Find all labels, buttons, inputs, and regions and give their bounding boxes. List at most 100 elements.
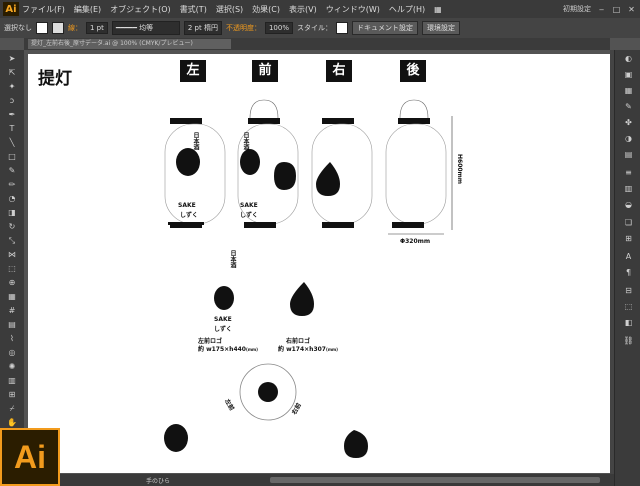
app-logo-icon: Ai [3,2,19,16]
direct-selection-tool-icon[interactable]: ⇱ [6,68,18,78]
width-tool-icon[interactable]: ⋈ [6,250,18,260]
artboards-panel-icon[interactable]: ⊞ [623,234,634,244]
layers-panel-icon[interactable]: ❏ [623,218,634,228]
scale-tool-icon[interactable]: ⤡ [6,236,18,246]
width-dimension: Φ320mm [400,238,431,245]
gradient-tool-icon[interactable]: ▤ [6,320,18,330]
selection-status: 選択なし [4,24,32,32]
graphic-styles-icon[interactable]: ▤ [623,150,634,160]
gradient-panel-icon[interactable]: ▥ [623,184,634,194]
color-panel-icon[interactable]: ◐ [623,54,634,64]
mesh-tool-icon[interactable]: # [6,306,18,316]
lasso-tool-icon[interactable]: ↄ [6,96,18,106]
stroke-weight-select[interactable]: 1 pt [86,22,108,34]
horizontal-scrollbar[interactable] [270,477,600,483]
graph-tool-icon[interactable]: ▥ [6,376,18,386]
workspace-switcher[interactable]: 初期設定 [563,4,591,14]
fill-swatch[interactable] [36,22,48,34]
transparency-panel-icon[interactable]: ◒ [623,200,634,210]
selection-tool-icon[interactable]: ➤ [6,54,18,64]
development-right-mark [344,430,368,458]
paragraph-panel-icon[interactable]: ¶ [623,268,634,278]
color-guide-icon[interactable]: ▣ [623,70,634,80]
menu-edit[interactable]: 編集(E) [74,4,101,15]
hand-tool-icon[interactable]: ✋ [6,418,18,428]
lantern-back [385,99,447,228]
line-tool-icon[interactable]: ╲ [6,138,18,148]
paintbrush-tool-icon[interactable]: ✎ [6,166,18,176]
opacity-input[interactable]: 100% [264,22,293,34]
pathfinder-panel-icon[interactable]: ◧ [623,318,634,328]
minimize-icon[interactable]: ‒ [597,5,606,14]
lantern-front-sake: SAKE [240,202,258,209]
stroke-style-value: 均等 [139,24,154,32]
stroke-profile-select[interactable]: ━━━━━ 均等 [111,21,180,35]
pen-tool-icon[interactable]: ✒ [6,110,18,120]
blob-brush-tool-icon[interactable]: ◔ [6,194,18,204]
menu-select[interactable]: 選択(S) [216,4,243,15]
logo-left-sake: SAKE [214,316,232,323]
stroke-panel-icon[interactable]: ≡ [623,168,634,178]
transform-panel-icon[interactable]: ⬚ [623,302,634,312]
type-tool-icon[interactable]: T [6,124,18,134]
rotate-tool-icon[interactable]: ↻ [6,222,18,232]
menu-view[interactable]: 表示(V) [289,4,317,15]
artboard-tool-icon[interactable]: ⊞ [6,390,18,400]
logo-right-unit: (mm) [325,347,338,352]
pencil-tool-icon[interactable]: ✏ [6,180,18,190]
logo-left-shizuku: しずく [214,326,232,333]
eraser-tool-icon[interactable]: ◨ [6,208,18,218]
lantern-right [311,118,373,228]
vertical-scrollbar[interactable] [610,50,614,474]
links-panel-icon[interactable]: ⛓ [623,336,634,346]
lantern-drawings [164,99,453,458]
menu-file[interactable]: ファイル(F) [22,4,65,15]
rectangle-tool-icon[interactable]: □ [6,152,18,162]
menu-window[interactable]: ウィンドウ(W) [326,4,380,15]
preferences-button[interactable]: 環境設定 [421,21,460,35]
logo-right-size-value: 約 w174×h307 [278,346,326,353]
maximize-icon[interactable]: □ [612,5,621,14]
document-tab-bar: 提灯_左前右後_原寸データ.ai @ 100% (CMYK/プレビュー) [24,38,610,50]
character-panel-icon[interactable]: A [623,252,634,262]
menu-help[interactable]: ヘルプ(H) [389,4,425,15]
eyedropper-tool-icon[interactable]: ⌇ [6,334,18,344]
menu-bar: Ai ファイル(F) 編集(E) オブジェクト(O) 書式(T) 選択(S) 効… [0,0,640,18]
lantern-left-sake: SAKE [178,202,196,209]
height-dimension: H600mm [456,154,463,185]
opacity-label: 不透明度： [225,24,261,32]
symbol-sprayer-tool-icon[interactable]: ✺ [6,362,18,372]
development-left-mark [164,424,188,452]
swatches-panel-icon[interactable]: ▦ [623,86,634,96]
status-tool-name: 手のひら [146,477,171,485]
bridge-icon[interactable]: ▦ [434,5,442,14]
document-tab[interactable]: 提灯_左前右後_原寸データ.ai @ 100% (CMYK/プレビュー) [28,39,231,49]
logo-right-size: 約 w174×h307(mm) [278,344,338,353]
control-bar: 選択なし 線： 1 pt ━━━━━ 均等 2 pt 楕円 不透明度： 100%… [0,18,640,38]
illustrator-logo-icon: Ai [0,428,60,486]
symbols-panel-icon[interactable]: ✤ [623,118,634,128]
style-swatch[interactable] [335,22,348,34]
shape-builder-tool-icon[interactable]: ⊕ [6,278,18,288]
stroke-swatch[interactable] [52,22,64,34]
perspective-grid-tool-icon[interactable]: ▦ [6,292,18,302]
brushes-panel-icon[interactable]: ✎ [623,102,634,112]
right-logo-mark [290,282,314,316]
slice-tool-icon[interactable]: ⌿ [6,404,18,414]
align-panel-icon[interactable]: ⊟ [623,286,634,296]
document-setup-button[interactable]: ドキュメント設定 [351,21,418,35]
logo-left-size: 約 w175×h440(mm) [198,344,258,353]
lantern-left-text: 日本酒 [192,132,199,150]
right-panel-dock: ◐ ▣ ▦ ✎ ✤ ◑ ▤ ≡ ▥ ◒ ❏ ⊞ A ¶ ⊟ ⬚ ◧ ⛓ [614,50,640,486]
stroke-label: 線： [68,24,82,32]
free-transform-tool-icon[interactable]: ⬚ [6,264,18,274]
close-icon[interactable]: ✕ [627,5,636,14]
menu-effect[interactable]: 効果(C) [252,4,280,15]
brush-select[interactable]: 2 pt 楕円 [183,21,222,35]
appearance-panel-icon[interactable]: ◑ [623,134,634,144]
magic-wand-tool-icon[interactable]: ✦ [6,82,18,92]
artboard[interactable]: 提灯 左 前 右 後 日本酒 SAKE しずく 日本酒 SAKE しずく H60… [28,54,610,473]
menu-type[interactable]: 書式(T) [180,4,207,15]
blend-tool-icon[interactable]: ◎ [6,348,18,358]
menu-object[interactable]: オブジェクト(O) [110,4,171,15]
